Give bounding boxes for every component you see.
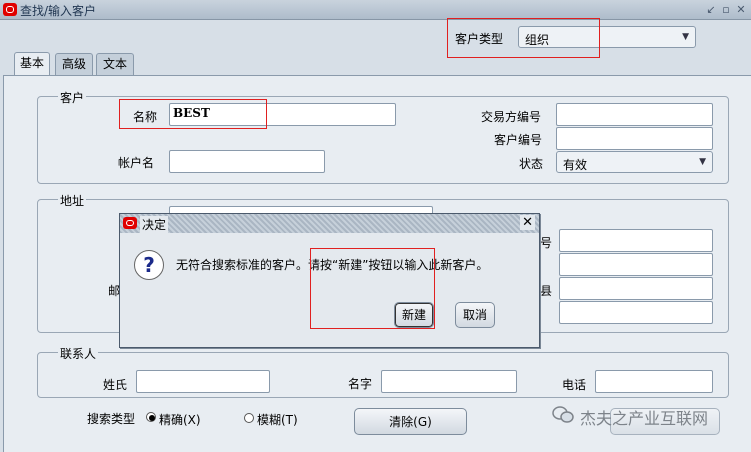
address-right-label-1: 号 bbox=[540, 236, 553, 250]
search-type-label: 搜索类型 bbox=[87, 412, 136, 426]
dialog-title: 决定 bbox=[140, 216, 169, 233]
last-name-input[interactable] bbox=[136, 370, 270, 393]
fuzzy-radio[interactable] bbox=[244, 413, 254, 423]
county-label: 县 bbox=[540, 284, 553, 298]
customer-number-input[interactable] bbox=[556, 127, 713, 150]
address-right-input-4[interactable] bbox=[559, 301, 713, 324]
phone-input[interactable] bbox=[595, 370, 713, 393]
address-right-input-1[interactable] bbox=[559, 229, 713, 252]
customer-group-legend: 客户 bbox=[58, 89, 87, 106]
account-name-label: 帐户名 bbox=[118, 156, 155, 170]
dialog-titlebar: 决定 ✕ bbox=[120, 214, 539, 233]
trading-partner-label: 交易方编号 bbox=[481, 110, 542, 124]
trading-partner-input[interactable] bbox=[556, 103, 713, 126]
watermark-text: 杰夫之产业互联网 bbox=[580, 409, 709, 428]
question-icon: ? bbox=[134, 250, 164, 280]
tab-advanced[interactable]: 高级 bbox=[55, 53, 93, 75]
cancel-button[interactable]: 取消 bbox=[455, 302, 495, 328]
minimize-icon[interactable]: ↙ bbox=[705, 3, 717, 16]
highlight-box-name bbox=[119, 99, 267, 129]
status-value: 有效 bbox=[563, 158, 588, 172]
window-title: 查找/输入客户 bbox=[20, 4, 97, 18]
address-right-input-3[interactable] bbox=[559, 277, 713, 300]
chevron-down-icon: ▼ bbox=[699, 157, 706, 167]
first-name-input[interactable] bbox=[381, 370, 517, 393]
address-right-input-2[interactable] bbox=[559, 253, 713, 276]
tab-basic[interactable]: 基本 bbox=[14, 52, 50, 76]
address-group-legend: 地址 bbox=[58, 192, 87, 209]
status-select[interactable]: 有效 ▼ bbox=[556, 151, 713, 173]
oracle-logo-icon bbox=[3, 3, 17, 16]
clear-button[interactable]: 清除(G) bbox=[354, 408, 467, 435]
highlight-box-new-button bbox=[310, 248, 435, 329]
first-name-label: 名字 bbox=[348, 377, 373, 391]
dialog-close-icon[interactable]: ✕ bbox=[520, 215, 535, 230]
last-name-label: 姓氏 bbox=[103, 378, 128, 392]
window-titlebar: 查找/输入客户 ↙ ▫ ✕ bbox=[0, 0, 751, 20]
radio-dot-icon bbox=[149, 415, 155, 421]
highlight-box-customer-type bbox=[447, 18, 600, 58]
tab-text[interactable]: 文本 bbox=[96, 53, 134, 75]
phone-label: 电话 bbox=[562, 378, 587, 392]
customer-number-label: 客户编号 bbox=[494, 133, 543, 147]
oracle-logo-icon bbox=[123, 217, 137, 229]
fuzzy-radio-label[interactable]: 模糊(T) bbox=[257, 411, 298, 428]
close-icon[interactable]: ✕ bbox=[735, 3, 747, 16]
chevron-down-icon: ▼ bbox=[682, 32, 689, 42]
exact-radio[interactable] bbox=[146, 412, 156, 422]
wechat-icon bbox=[552, 406, 574, 423]
account-name-input[interactable] bbox=[169, 150, 325, 173]
exact-radio-label[interactable]: 精确(X) bbox=[159, 411, 201, 428]
status-label: 状态 bbox=[519, 157, 544, 171]
contact-group-legend: 联系人 bbox=[58, 345, 99, 362]
restore-icon[interactable]: ▫ bbox=[720, 3, 732, 16]
